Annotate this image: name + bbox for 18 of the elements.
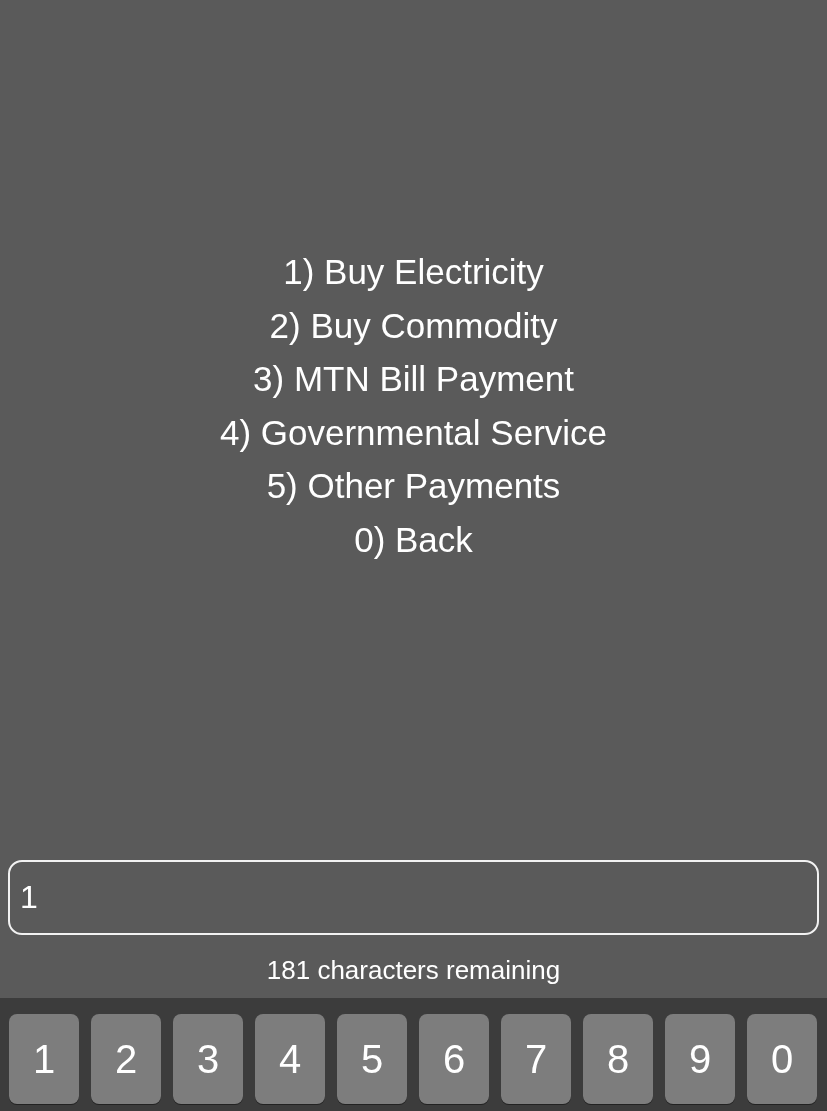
number-key[interactable]: 3 [173, 1014, 243, 1104]
menu-option: 0) Back [354, 512, 473, 567]
menu-option: 1) Buy Electricity [283, 245, 544, 299]
menu-option: 2) Buy Commodity [269, 298, 558, 353]
characters-remaining-text: 181 characters remaining [266, 955, 561, 986]
number-key[interactable]: 5 [337, 1014, 407, 1104]
menu-option: 5) Other Payments [266, 459, 561, 513]
number-key[interactable]: 4 [255, 1014, 325, 1104]
menu-option: 3) MTN Bill Payment [253, 352, 574, 406]
number-key[interactable]: 7 [501, 1014, 571, 1104]
menu-option: 4) Governmental Service [219, 405, 608, 460]
input-field[interactable]: 1 [8, 860, 819, 935]
number-key[interactable]: 2 [91, 1014, 161, 1104]
number-key[interactable]: 1 [9, 1014, 79, 1104]
number-key[interactable]: 6 [419, 1014, 489, 1104]
number-key[interactable]: 8 [583, 1014, 653, 1104]
number-key[interactable]: 9 [665, 1014, 735, 1104]
number-key[interactable]: 0 [747, 1014, 817, 1104]
